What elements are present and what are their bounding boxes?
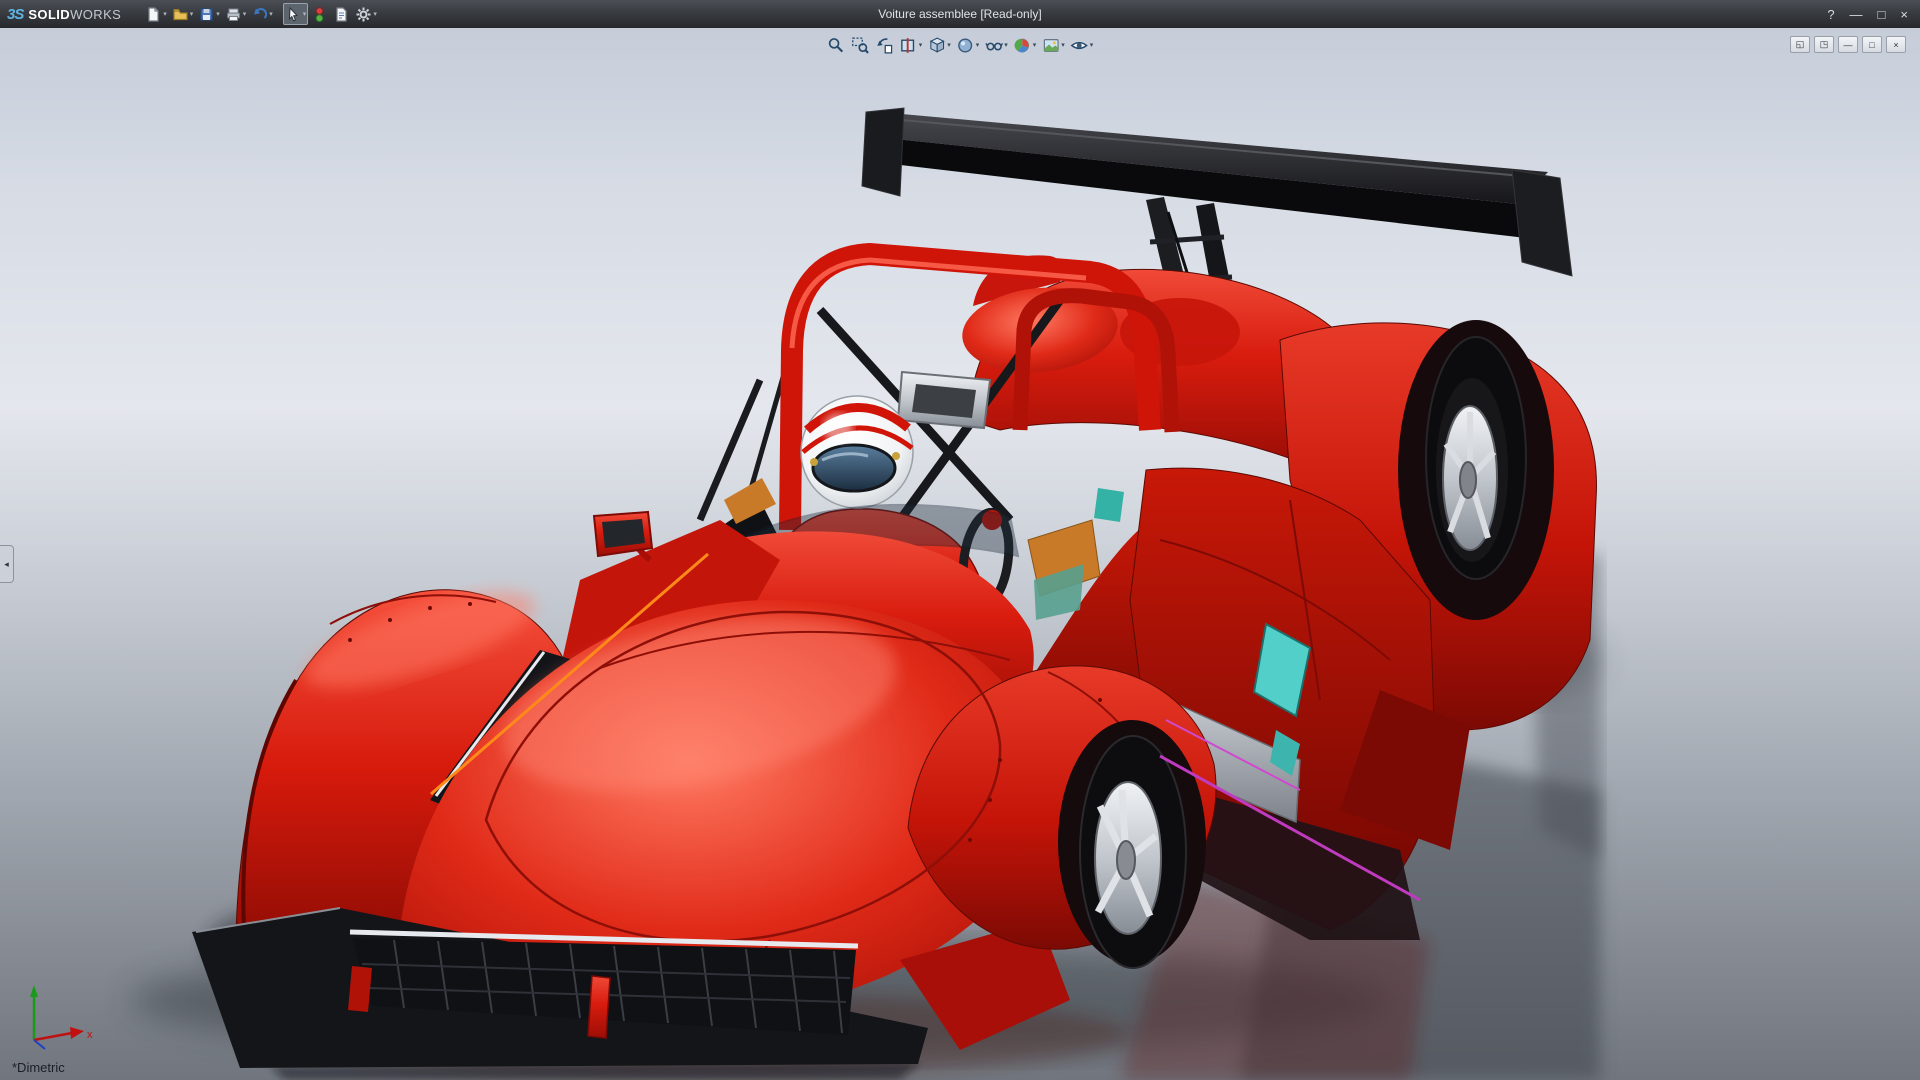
new-document-icon	[145, 6, 162, 23]
section-view-button[interactable]: ▾	[898, 34, 924, 56]
hide-show-glasses-icon	[984, 36, 1003, 55]
app-titlebar: 3S SOLIDWORKS ▾ ▾ ▾ ▾ ▾ ▾	[0, 0, 1920, 28]
zoom-to-area-button[interactable]	[850, 34, 871, 56]
view-settings-button[interactable]: ▾	[1069, 34, 1095, 56]
dropdown-chevron-icon[interactable]: ▾	[1004, 41, 1008, 49]
doc-window-controls: ◱ ◳ — □ ×	[1790, 36, 1906, 53]
dropdown-chevron-icon[interactable]: ▾	[1033, 41, 1037, 49]
dropdown-chevron-icon[interactable]: ▾	[947, 41, 951, 49]
help-button[interactable]: ?	[1827, 7, 1834, 22]
dropdown-chevron-icon[interactable]: ▾	[216, 11, 220, 18]
file-properties-icon	[333, 6, 350, 23]
car-model[interactable]	[192, 108, 1596, 1068]
dropdown-chevron-icon[interactable]: ▾	[269, 11, 273, 18]
new-document-button[interactable]: ▾	[143, 3, 169, 25]
apply-scene-button[interactable]: ▾	[1040, 34, 1066, 56]
edit-appearance-ball-icon	[1013, 36, 1032, 55]
orientation-triad: x	[20, 982, 100, 1054]
rebuild-icon	[311, 6, 328, 23]
headsup-view-toolbar: ▾ ▾ ▾ ▾ ▾ ▾ ▾	[826, 34, 1095, 56]
solidworks-logo: 3S SOLIDWORKS	[0, 6, 129, 23]
window-close-button[interactable]: ×	[1886, 36, 1906, 53]
edit-appearance-button[interactable]: ▾	[1012, 34, 1038, 56]
save-button[interactable]: ▾	[196, 3, 222, 25]
zoom-to-area-icon	[851, 36, 870, 55]
dropdown-chevron-icon[interactable]: ▾	[919, 41, 923, 49]
window-restore-button[interactable]: □	[1862, 36, 1882, 53]
dropdown-chevron-icon[interactable]: ▾	[243, 11, 247, 18]
undo-button[interactable]: ▾	[249, 3, 275, 25]
dassault-logo-icon: 3S	[7, 6, 23, 23]
window-cascade-button[interactable]: ◱	[1790, 36, 1810, 53]
display-style-button[interactable]: ▾	[955, 34, 981, 56]
save-icon	[198, 6, 215, 23]
dropdown-chevron-icon[interactable]: ▾	[303, 11, 307, 18]
view-settings-eye-icon	[1070, 36, 1089, 55]
options-gear-icon	[355, 6, 372, 23]
viewport-3d[interactable]	[0, 0, 1920, 1080]
window-tile-button[interactable]: ◳	[1814, 36, 1834, 53]
options-button[interactable]: ▾	[353, 3, 379, 25]
view-orientation-button[interactable]: ▾	[926, 34, 952, 56]
hide-show-items-button[interactable]: ▾	[983, 34, 1009, 56]
dropdown-chevron-icon[interactable]: ▾	[190, 11, 194, 18]
triad-x-label: x	[87, 1029, 93, 1041]
print-button[interactable]: ▾	[223, 3, 249, 25]
select-button[interactable]: ▾	[283, 3, 309, 25]
rebuild-button[interactable]	[309, 3, 330, 25]
minimize-button[interactable]: —	[1850, 7, 1863, 22]
file-properties-button[interactable]	[331, 3, 352, 25]
previous-view-icon	[875, 36, 894, 55]
brand-light: WORKS	[70, 7, 121, 22]
dropdown-chevron-icon[interactable]: ▾	[1061, 41, 1065, 49]
window-minimize-button[interactable]: —	[1838, 36, 1858, 53]
print-icon	[225, 6, 242, 23]
display-style-icon	[956, 36, 975, 55]
maximize-button[interactable]: □	[1878, 7, 1886, 22]
section-view-icon	[899, 36, 918, 55]
open-button[interactable]: ▾	[170, 3, 196, 25]
flyout-arrow-icon: ◂	[4, 559, 9, 570]
dropdown-chevron-icon[interactable]: ▾	[373, 11, 377, 18]
apply-scene-icon	[1041, 36, 1060, 55]
select-cursor-icon	[285, 6, 302, 23]
dropdown-chevron-icon[interactable]: ▾	[163, 11, 167, 18]
solidworks-brand: SOLIDWORKS	[28, 7, 121, 22]
dropdown-chevron-icon[interactable]: ▾	[1090, 41, 1094, 49]
brand-bold: SOLID	[28, 7, 70, 22]
previous-view-button[interactable]	[874, 34, 895, 56]
quick-toolbar: ▾ ▾ ▾ ▾ ▾ ▾ ▾	[143, 3, 379, 25]
titlebar-controls: ? — □ ×	[1827, 7, 1920, 22]
dropdown-chevron-icon[interactable]: ▾	[976, 41, 980, 49]
zoom-to-fit-button[interactable]	[826, 34, 847, 56]
zoom-to-fit-icon	[827, 36, 846, 55]
open-icon	[172, 6, 189, 23]
view-orientation-cube-icon	[927, 36, 946, 55]
close-button[interactable]: ×	[1900, 7, 1908, 22]
view-orientation-label: *Dimetric	[12, 1060, 65, 1075]
panel-flyout-tab[interactable]: ◂	[0, 545, 14, 583]
undo-icon	[251, 6, 268, 23]
